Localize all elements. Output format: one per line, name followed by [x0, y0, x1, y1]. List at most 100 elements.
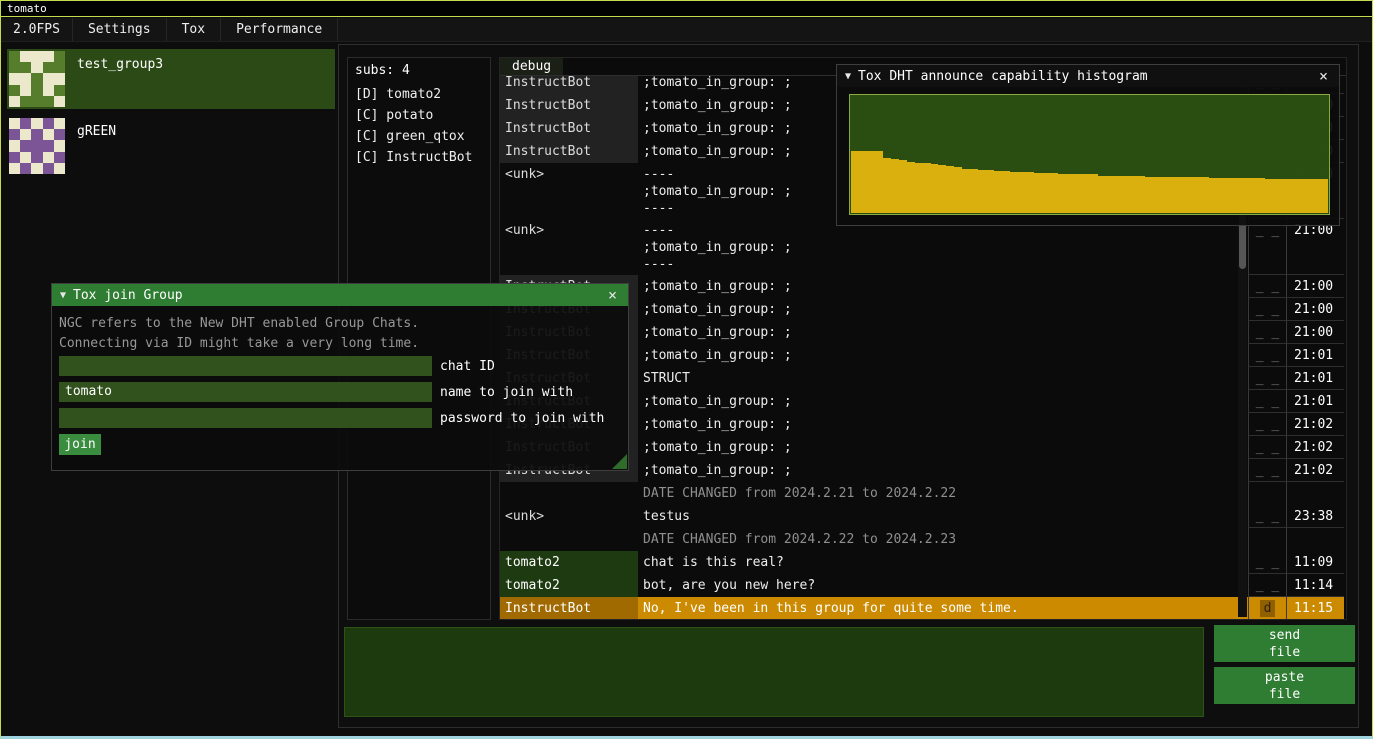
chat-id-input-label: chat ID [440, 359, 495, 374]
close-icon[interactable]: × [1316, 67, 1331, 85]
histogram-bar [1241, 178, 1249, 213]
join-fields: chat IDtomatoname to join withpassword t… [59, 356, 621, 428]
avatar-pixel [9, 140, 20, 151]
message-text: chat is this real? [638, 551, 1238, 574]
menu-item-settings[interactable]: Settings [73, 18, 167, 41]
subs-member[interactable]: [D] tomato2 [348, 84, 490, 105]
avatar-pixel [31, 163, 42, 174]
avatar-pixel [31, 85, 42, 96]
avatar-pixel [20, 51, 31, 62]
subs-list: [D] tomato2[C] potato[C] green_qtox[C] I… [348, 84, 490, 168]
date-separator-row[interactable]: DATE CHANGED from 2024.2.22 to 2024.2.23 [500, 528, 1346, 551]
message-row[interactable]: tomato2bot, are you new here?_ _11:14 [500, 574, 1346, 597]
subs-member[interactable]: [C] potato [348, 105, 490, 126]
histogram-bar [1121, 176, 1129, 213]
histogram-bar [923, 163, 931, 213]
subs-member[interactable]: [C] green_qtox [348, 126, 490, 147]
fps-counter: 2.0FPS [1, 18, 73, 41]
resize-grip[interactable] [612, 454, 627, 469]
group-avatar-icon [9, 51, 65, 107]
avatar-pixel [43, 118, 54, 129]
histogram-bar [915, 163, 923, 213]
message-time: 21:01 [1286, 344, 1344, 367]
histogram-bar [1185, 177, 1193, 213]
message-text: ;tomato_in_group: ; [638, 436, 1238, 459]
message-time: 11:15 [1286, 597, 1344, 619]
join-password-input[interactable] [59, 408, 432, 428]
histogram-bar [954, 167, 962, 213]
message-time: 21:00 [1286, 298, 1344, 321]
histogram-bar [978, 170, 986, 213]
histogram-bar [1225, 178, 1233, 213]
date-separator-row[interactable]: DATE CHANGED from 2024.2.21 to 2024.2.22 [500, 482, 1346, 505]
message-row[interactable]: <unk>---- ;tomato_in_group: ; ----_ _21:… [500, 219, 1346, 275]
histogram-bar [907, 162, 915, 213]
message-time [1286, 482, 1344, 505]
message-time: 21:02 [1286, 413, 1344, 436]
message-input[interactable] [344, 627, 1204, 717]
avatar-pixel [54, 152, 65, 163]
group-item-test_group3[interactable]: test_group3 [7, 49, 335, 109]
collapse-arrow-icon[interactable]: ▼ [845, 71, 851, 82]
avatar-pixel [54, 73, 65, 84]
message-row[interactable]: InstructBotNo, I've been in this group f… [500, 597, 1346, 619]
avatar-pixel [54, 51, 65, 62]
message-text: bot, are you new here? [638, 574, 1238, 597]
field-row: chat ID [59, 356, 621, 376]
message-time: 21:01 [1286, 390, 1344, 413]
message-flags: d [1248, 597, 1286, 619]
chat-id-input[interactable] [59, 356, 432, 376]
message-row[interactable]: <unk>testus_ _23:38 [500, 505, 1346, 528]
message-text: ;tomato_in_group: ; [638, 344, 1238, 367]
message-time [1286, 528, 1344, 551]
message-time: 23:38 [1286, 505, 1344, 528]
histogram-window-titlebar[interactable]: ▼ Tox DHT announce capability histogram … [837, 65, 1339, 87]
window-titlebar[interactable]: tomato [1, 1, 1372, 17]
group-item-gREEN[interactable]: gREEN [7, 116, 335, 176]
avatar-pixel [20, 118, 31, 129]
histogram-bar [1265, 179, 1273, 213]
histogram-bar [1288, 179, 1296, 213]
paste-file-button[interactable]: paste file [1214, 667, 1355, 704]
close-icon[interactable]: × [605, 286, 620, 304]
send-file-button[interactable]: send file [1214, 625, 1355, 662]
avatar-pixel [31, 73, 42, 84]
avatar-pixel [43, 62, 54, 73]
sender-name [500, 528, 638, 551]
histogram-window-title: Tox DHT announce capability histogram [858, 69, 1148, 84]
sender-name: InstructBot [500, 597, 638, 619]
app-window: tomato 2.0FPS SettingsToxPerformance tes… [0, 0, 1373, 739]
message-flags: _ _ [1248, 367, 1286, 390]
join-window-titlebar[interactable]: ▼ Tox join Group × [52, 284, 628, 306]
message-time: 21:02 [1286, 459, 1344, 482]
histogram-bar [859, 151, 867, 213]
tab-debug[interactable]: debug [500, 58, 563, 75]
histogram-bar [962, 169, 970, 213]
menu-item-tox[interactable]: Tox [167, 18, 221, 41]
message-flags: _ _ [1248, 275, 1286, 298]
histogram-bar [1090, 174, 1098, 213]
histogram-bar [1312, 179, 1320, 213]
avatar-pixel [9, 85, 20, 96]
sender-name: InstructBot [500, 94, 638, 117]
message-row[interactable]: tomato2chat is this real?_ _11:09 [500, 551, 1346, 574]
message-text: ;tomato_in_group: ; [638, 275, 1238, 298]
histogram-bar [1161, 177, 1169, 213]
group-avatar-icon [9, 118, 65, 174]
subs-member[interactable]: [C] InstructBot [348, 147, 490, 168]
avatar-pixel [43, 85, 54, 96]
join-button[interactable]: join [59, 434, 101, 455]
avatar-pixel [43, 73, 54, 84]
avatar-pixel [54, 129, 65, 140]
histogram-bar [1280, 179, 1288, 213]
avatar-pixel [54, 96, 65, 107]
dht-histogram-plot[interactable] [849, 94, 1330, 215]
avatar-pixel [31, 152, 42, 163]
collapse-arrow-icon[interactable]: ▼ [60, 290, 66, 301]
histogram-bar [1296, 179, 1304, 213]
join-name-input[interactable]: tomato [59, 382, 432, 402]
histogram-bar [1257, 178, 1265, 213]
avatar-pixel [43, 129, 54, 140]
menu-item-performance[interactable]: Performance [221, 18, 338, 41]
message-flags: _ _ [1248, 321, 1286, 344]
